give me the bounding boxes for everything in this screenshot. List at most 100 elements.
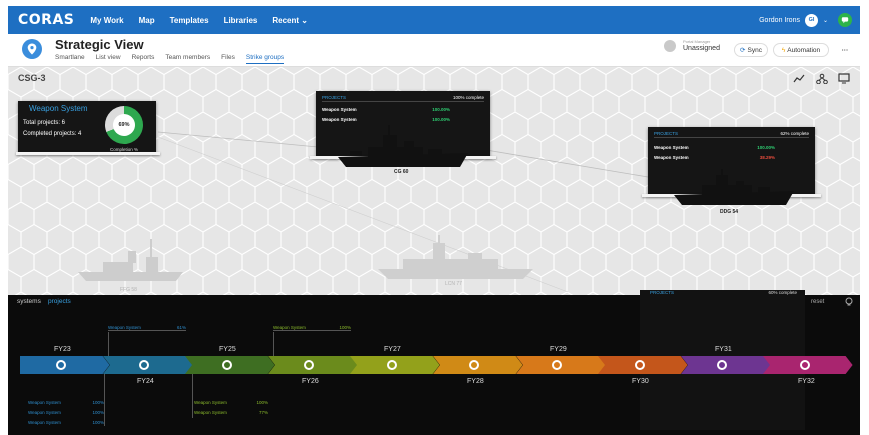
view-tabs: Smartlane List view Reports Team members… xyxy=(55,54,295,64)
tab-projects[interactable]: projects xyxy=(48,298,71,305)
trend-line-icon[interactable] xyxy=(793,73,805,84)
projects-header: PROJECTS 60% complete xyxy=(650,290,797,295)
project-row[interactable]: Weapon System 100.00% xyxy=(654,145,775,150)
annotation-connector xyxy=(192,374,193,418)
card-shelf xyxy=(16,152,160,155)
project-annotation[interactable]: Weapon System 61% xyxy=(108,325,186,331)
annotation-value: 77% xyxy=(258,410,268,415)
timeline-node[interactable] xyxy=(551,360,562,370)
lightbulb-icon[interactable] xyxy=(844,297,854,307)
annotation-connector xyxy=(273,332,274,356)
projects-header: PROJECTS 100% complete xyxy=(322,93,484,102)
portal-manager[interactable]: Portal Manager Unassigned xyxy=(664,39,720,52)
tab-team-members[interactable]: Team members xyxy=(165,54,210,64)
annotation-value: 100% xyxy=(256,400,268,405)
project-row[interactable]: Weapon System 100.00% xyxy=(322,107,450,112)
completion-donut-chart: 69% xyxy=(105,106,143,144)
timeline-node[interactable] xyxy=(221,360,232,370)
person-icon xyxy=(664,39,676,52)
project-annotation[interactable]: Weapon System 100% xyxy=(28,400,104,405)
ghost-ship-name: LCN 77 xyxy=(445,281,462,287)
chevron-down-icon[interactable]: ⌄ xyxy=(823,17,828,24)
ship-name-ddg54: DDG 54 xyxy=(720,209,739,215)
project-name: Weapon System xyxy=(654,155,689,160)
nav-templates[interactable]: Templates xyxy=(170,16,209,25)
projects-label: PROJECTS xyxy=(654,130,679,136)
ship-silhouette-cg60 xyxy=(338,125,468,167)
tab-strike-groups[interactable]: Strike groups xyxy=(245,54,285,64)
fy-label: FY24 xyxy=(137,378,154,385)
fiscal-year-timeline: PROJECTS 60% complete systems projects r… xyxy=(8,290,860,435)
annotation-label: Weapon System xyxy=(28,400,61,405)
annotation-label: Weapon System xyxy=(273,325,306,330)
user-avatar[interactable]: GI xyxy=(804,13,818,27)
automation-label: Automation xyxy=(787,46,821,54)
project-row[interactable]: Weapon System 38.29% xyxy=(654,155,775,160)
annotation-value: 100% xyxy=(92,420,104,425)
complete-label: 100% complete xyxy=(452,94,484,100)
user-menu[interactable]: Gordon Irons GI ⌄ xyxy=(759,13,860,27)
project-percent: 38.29% xyxy=(759,155,775,160)
annotation-value: 61% xyxy=(176,325,186,330)
tab-files[interactable]: Files xyxy=(221,54,235,64)
project-name: Weapon System xyxy=(322,107,357,112)
timeline-node[interactable] xyxy=(138,360,149,370)
page-title: Strategic View xyxy=(55,37,144,52)
fy-label: FY25 xyxy=(219,346,236,353)
tab-systems[interactable]: systems xyxy=(17,298,41,305)
more-options-button[interactable]: ··· xyxy=(836,43,854,57)
timeline-node[interactable] xyxy=(799,360,810,370)
annotation-label: Weapon System xyxy=(28,410,61,415)
coras-logo[interactable]: CORAS xyxy=(18,12,74,28)
tab-reports[interactable]: Reports xyxy=(132,54,155,64)
nav-libraries[interactable]: Libraries xyxy=(224,16,258,25)
complete-label: 62% complete xyxy=(780,130,809,136)
timeline-node[interactable] xyxy=(634,360,645,370)
weapon-card-title: Weapon System xyxy=(29,104,88,113)
project-annotation[interactable]: Weapon System 100% xyxy=(194,400,268,405)
fy-label: FY27 xyxy=(384,346,401,353)
tab-smartlane[interactable]: Smartlane xyxy=(55,54,85,64)
timeline-node[interactable] xyxy=(386,360,397,370)
project-annotation[interactable]: Weapon System 100% xyxy=(273,325,351,331)
project-row[interactable]: Weapon System 100.00% xyxy=(322,117,450,122)
tab-list-view[interactable]: List view xyxy=(96,54,121,64)
fy-label: FY31 xyxy=(715,346,732,353)
completion-percent: 69% xyxy=(113,114,135,136)
automation-button[interactable]: ϟ Automation xyxy=(773,43,829,57)
project-annotation[interactable]: Weapon System 100% xyxy=(28,410,104,415)
completed-projects: Completed projects: 4 xyxy=(23,131,82,137)
nav-recent[interactable]: Recent ⌄ xyxy=(272,16,308,25)
fy-label: FY23 xyxy=(54,346,71,353)
annotation-value: 100% xyxy=(339,325,351,330)
project-annotation[interactable]: Weapon System 77% xyxy=(194,410,268,415)
strike-group-label: CSG-3 xyxy=(18,73,46,83)
monitor-icon[interactable] xyxy=(838,73,850,84)
user-name: Gordon Irons xyxy=(759,16,800,24)
complete-label: 60% complete xyxy=(768,290,797,295)
top-navigation-bar: CORAS My Work Map Templates Libraries Re… xyxy=(8,6,860,34)
annotation-value: 100% xyxy=(92,400,104,405)
sync-icon: ⟳ xyxy=(740,47,746,54)
projects-label: PROJECTS xyxy=(322,94,347,100)
strike-group-canvas[interactable]: CSG-3 Weapon System Total projects: 6 Co… xyxy=(8,67,860,295)
reset-button[interactable]: reset xyxy=(811,299,824,305)
fy-label: FY29 xyxy=(550,346,567,353)
annotation-label: Weapon System xyxy=(28,420,61,425)
nav-my-work[interactable]: My Work xyxy=(90,16,123,25)
weapon-system-card[interactable]: Weapon System Total projects: 6 Complete… xyxy=(18,101,156,153)
sync-button[interactable]: ⟳ Sync xyxy=(734,43,768,57)
annotation-connector xyxy=(104,374,105,426)
page-header: Strategic View Smartlane List view Repor… xyxy=(8,34,860,67)
location-pin-icon xyxy=(22,39,42,59)
network-icon[interactable] xyxy=(816,73,828,84)
ship-silhouette-ddg54 xyxy=(674,169,794,205)
project-name: Weapon System xyxy=(654,145,689,150)
project-annotation[interactable]: Weapon System 100% xyxy=(28,420,104,425)
fy-label: FY26 xyxy=(302,378,319,385)
fy-label: FY30 xyxy=(632,378,649,385)
chat-app-icon[interactable] xyxy=(838,13,852,27)
annotation-label: Weapon System xyxy=(108,325,141,330)
nav-map[interactable]: Map xyxy=(139,16,155,25)
annotation-label: Weapon System xyxy=(194,400,227,405)
